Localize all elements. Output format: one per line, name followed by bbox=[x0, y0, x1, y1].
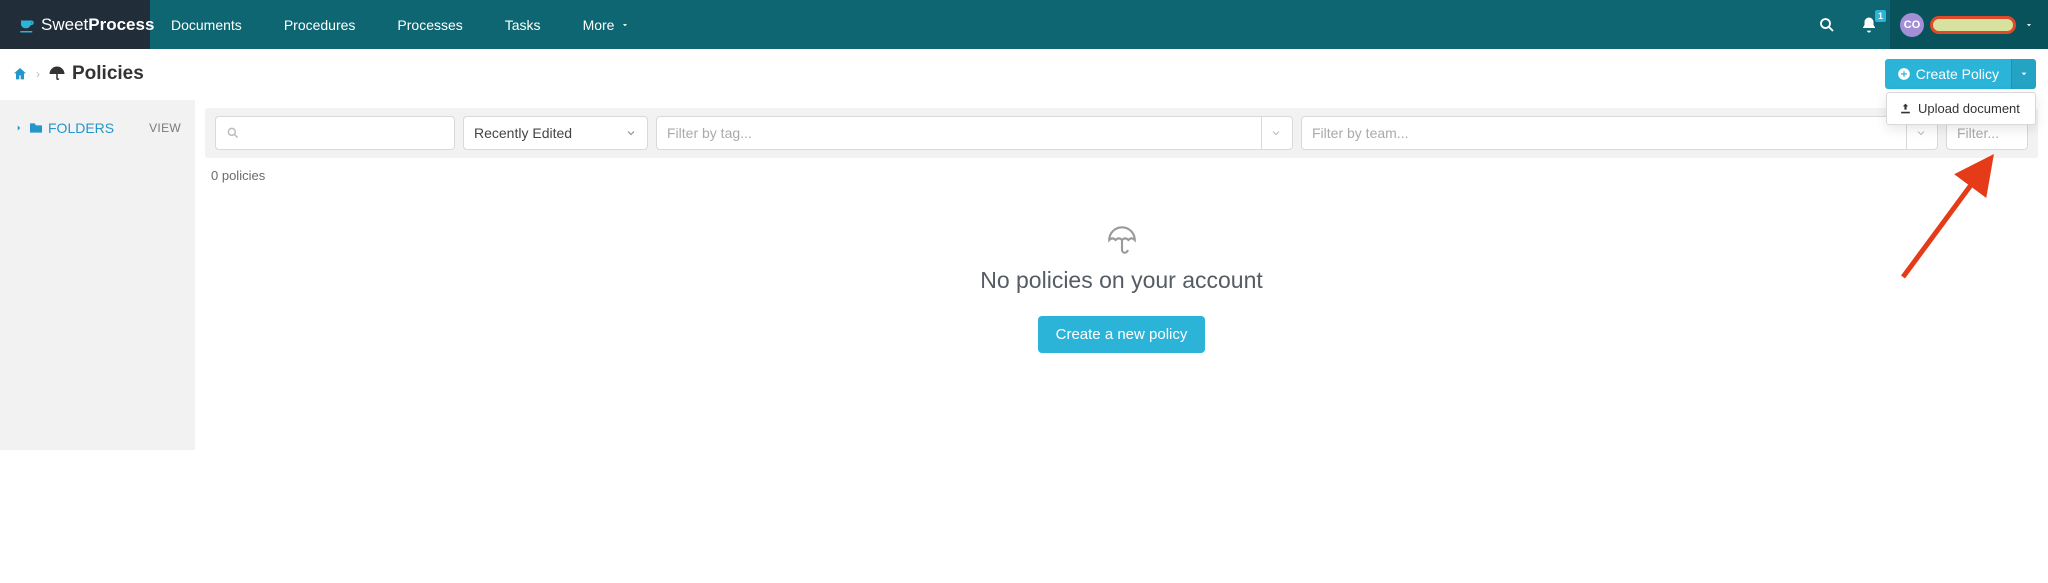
top-nav: SweetProcess Documents Procedures Proces… bbox=[0, 0, 2048, 49]
logo-text-process: Process bbox=[88, 15, 154, 35]
umbrella-icon bbox=[48, 65, 66, 83]
notifications-button[interactable]: 1 bbox=[1848, 0, 1890, 49]
search-input-wrap[interactable] bbox=[215, 116, 455, 150]
chevron-down-icon bbox=[625, 127, 637, 139]
top-right: 1 CO bbox=[1806, 0, 2048, 49]
filter-bar: Recently Edited Filter by tag... Filter … bbox=[205, 108, 2038, 158]
empty-message: No policies on your account bbox=[195, 267, 2048, 294]
sidebar-view[interactable]: VIEW bbox=[149, 121, 181, 135]
tag-filter-placeholder: Filter by tag... bbox=[667, 125, 752, 141]
upload-icon bbox=[1899, 102, 1912, 115]
main-nav: Documents Procedures Processes Tasks Mor… bbox=[150, 0, 651, 49]
breadcrumb-home[interactable] bbox=[12, 66, 28, 82]
plus-circle-icon bbox=[1897, 67, 1911, 81]
chevron-down-icon bbox=[2024, 20, 2034, 30]
create-policy-dropdown: Upload document bbox=[1886, 92, 2036, 125]
nav-documents[interactable]: Documents bbox=[150, 0, 263, 49]
user-name-redacted bbox=[1930, 16, 2016, 34]
chevron-down-icon bbox=[1261, 117, 1282, 149]
sort-select-value: Recently Edited bbox=[474, 125, 572, 141]
policy-count: 0 policies bbox=[195, 158, 2048, 193]
upload-document-item[interactable]: Upload document bbox=[1887, 93, 2035, 124]
main-panel: Recently Edited Filter by tag... Filter … bbox=[195, 100, 2048, 450]
search-icon bbox=[1818, 16, 1836, 34]
create-policy-dropdown-toggle[interactable] bbox=[2011, 59, 2036, 89]
cup-icon bbox=[18, 16, 36, 34]
search-button[interactable] bbox=[1806, 0, 1848, 49]
breadcrumb-sep: › bbox=[36, 67, 40, 81]
logo[interactable]: SweetProcess bbox=[0, 0, 150, 49]
chevron-right-icon bbox=[14, 123, 24, 133]
avatar: CO bbox=[1900, 13, 1924, 37]
nav-more-label: More bbox=[583, 17, 615, 33]
page-title: Policies bbox=[48, 63, 144, 85]
team-filter-placeholder: Filter by team... bbox=[1312, 125, 1408, 141]
folder-icon bbox=[28, 120, 44, 136]
content-body: FOLDERS VIEW Recently Edited Filter by t… bbox=[0, 100, 2048, 450]
home-icon bbox=[12, 66, 28, 82]
sort-select[interactable]: Recently Edited bbox=[463, 116, 648, 150]
user-menu[interactable]: CO bbox=[1890, 0, 2048, 49]
team-filter[interactable]: Filter by team... bbox=[1301, 116, 1938, 150]
sidebar-folders[interactable]: FOLDERS bbox=[14, 120, 114, 136]
nav-tasks[interactable]: Tasks bbox=[484, 0, 562, 49]
empty-state: No policies on your account Create a new… bbox=[195, 193, 2048, 383]
caret-down-icon bbox=[2020, 70, 2028, 78]
create-policy-label: Create Policy bbox=[1916, 66, 1999, 82]
nav-procedures[interactable]: Procedures bbox=[263, 0, 377, 49]
search-icon bbox=[226, 126, 240, 140]
create-new-policy-button[interactable]: Create a new policy bbox=[1038, 316, 1206, 353]
chevron-down-icon bbox=[620, 20, 630, 30]
page-title-text: Policies bbox=[72, 63, 144, 85]
nav-processes[interactable]: Processes bbox=[376, 0, 483, 49]
search-input[interactable] bbox=[246, 124, 444, 142]
sidebar-folders-label: FOLDERS bbox=[48, 120, 114, 136]
nav-more[interactable]: More bbox=[562, 0, 652, 49]
tag-filter[interactable]: Filter by tag... bbox=[656, 116, 1293, 150]
sidebar: FOLDERS VIEW bbox=[0, 100, 195, 450]
create-policy-button[interactable]: Create Policy bbox=[1885, 59, 2011, 89]
upload-document-label: Upload document bbox=[1918, 101, 2020, 116]
umbrella-icon bbox=[195, 223, 2048, 257]
logo-text-sweet: Sweet bbox=[41, 15, 88, 35]
notification-count-badge: 1 bbox=[1875, 10, 1886, 22]
extra-filter-placeholder: Filter... bbox=[1957, 125, 1999, 141]
sub-header: › Policies Create Policy Upload document bbox=[0, 49, 2048, 100]
create-policy-group: Create Policy Upload document bbox=[1885, 59, 2036, 89]
